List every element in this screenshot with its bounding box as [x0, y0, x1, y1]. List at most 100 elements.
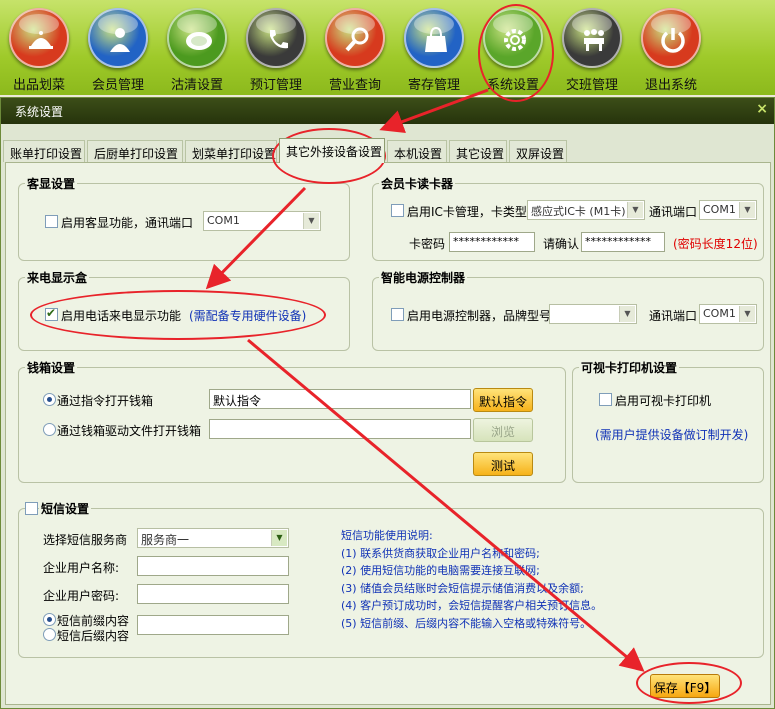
tab-external-devices[interactable]: 其它外接设备设置: [279, 138, 385, 163]
cash-drawer-command-field[interactable]: 默认指令: [209, 389, 471, 409]
toolbar-item-5[interactable]: 寄存管理: [398, 8, 470, 93]
toolbar-item-7[interactable]: 交班管理: [556, 8, 628, 93]
sms-provider-select[interactable]: 服务商一 ▼: [137, 528, 289, 548]
card-printer-hint: (需用户提供设备做订制开发): [595, 428, 749, 442]
close-icon[interactable]: ×: [756, 101, 768, 117]
default-command-button[interactable]: 默认指令: [473, 388, 533, 412]
card-password-field[interactable]: ************: [449, 232, 535, 252]
member-card-port-label: 通讯端口: [649, 205, 698, 219]
cloche-icon: [9, 8, 69, 68]
power-port-value: COM1: [703, 307, 736, 320]
power-controller-label: 启用电源控制器，品牌型号: [407, 309, 552, 323]
member-card-port-select[interactable]: COM1 ▼: [699, 200, 757, 220]
card-type-select[interactable]: 感应式IC卡 (M1卡) ▼: [527, 200, 645, 220]
chevron-down-icon: ▼: [271, 530, 287, 546]
toolbar-item-1[interactable]: 会员管理: [82, 8, 154, 93]
toolbar-item-3[interactable]: 预订管理: [240, 8, 312, 93]
sms-group: 短信设置 选择短信服务商 服务商一 ▼ 企业用户名称: 企业用户密码: 短信前缀…: [18, 500, 764, 658]
toolbar-item-label: 会员管理: [91, 78, 144, 93]
power-controller-title: 智能电源控制器: [379, 269, 468, 286]
tab-local[interactable]: 本机设置: [387, 140, 447, 162]
caller-id-hint: (需配备专用硬件设备): [189, 309, 307, 323]
sms-checkbox[interactable]: [25, 502, 38, 515]
sms-user-field[interactable]: [137, 556, 289, 576]
chevron-down-icon: ▼: [739, 306, 755, 322]
toolbar-item-label: 营业查询: [328, 78, 381, 93]
caller-id-checkbox[interactable]: [45, 306, 58, 321]
toolbar-item-label: 退出系统: [644, 78, 697, 93]
member-card-title: 会员卡读卡器: [379, 175, 456, 192]
member-icon: [88, 8, 148, 68]
tab-dual-screen[interactable]: 双屏设置: [509, 140, 567, 162]
sms-pass-field[interactable]: [137, 584, 289, 604]
card-printer-title: 可视卡打印机设置: [579, 359, 680, 376]
main-toolbar: 出品划菜 会员管理 沽清设置 预订管理 营业查询 寄存管理 系统设置 交班管理 退出系统: [0, 0, 775, 95]
card-confirm-label: 请确认: [543, 237, 580, 251]
toolbar-item-4[interactable]: 营业查询: [319, 8, 391, 93]
sms-help: 短信功能使用说明: (1) 联系供货商获取企业用户名称和密码; (2) 使用短信…: [341, 527, 602, 632]
sms-prefix-radio[interactable]: [43, 613, 56, 626]
customer-display-group: 客显设置 启用客显功能，通讯端口 COM1 ▼: [18, 175, 350, 261]
dialog-titlebar: 系统设置 ×: [1, 98, 774, 124]
toolbar-item-label: 寄存管理: [407, 78, 460, 93]
sms-help-line: (3) 储值会员结账时会短信提示储值消费以及余额;: [341, 581, 584, 595]
power-icon: [641, 8, 701, 68]
toolbar-item-label: 沽清设置: [170, 78, 223, 93]
toolbar-item-8[interactable]: 退出系统: [635, 8, 707, 93]
card-confirm-field[interactable]: ************: [581, 232, 665, 252]
sms-help-line: (1) 联系供货商获取企业用户名称和密码;: [341, 546, 540, 560]
settings-dialog: 系统设置 × 账单打印设置 后厨单打印设置 划菜单打印设置 其它外接设备设置 本…: [0, 97, 775, 709]
toolbar-item-2[interactable]: 沽清设置: [161, 8, 233, 93]
sms-provider-value: 服务商一: [141, 533, 190, 547]
cash-drawer-command-radio[interactable]: [43, 393, 56, 406]
browse-button[interactable]: 浏览: [473, 418, 533, 442]
chevron-down-icon: ▼: [303, 213, 319, 229]
toolbar-item-label: 交班管理: [565, 78, 618, 93]
customer-display-checkbox[interactable]: [45, 215, 58, 228]
customer-display-label: 启用客显功能，通讯端口: [61, 216, 194, 230]
tab-other[interactable]: 其它设置: [449, 140, 507, 162]
cash-drawer-driver-radio[interactable]: [43, 423, 56, 436]
card-printer-group: 可视卡打印机设置 启用可视卡打印机 (需用户提供设备做订制开发): [572, 359, 764, 483]
card-printer-label: 启用可视卡打印机: [615, 394, 712, 408]
tab-kitchen-print[interactable]: 后厨单打印设置: [87, 140, 183, 162]
member-card-checkbox[interactable]: [391, 204, 404, 217]
sms-pass-label: 企业用户密码:: [43, 589, 120, 603]
toolbar-item-label: 出品划菜: [12, 78, 65, 93]
customer-display-port-select[interactable]: COM1 ▼: [203, 211, 321, 231]
save-button[interactable]: 保存【F9】: [650, 674, 720, 698]
toolbar-item-label: 预订管理: [249, 78, 302, 93]
power-brand-select[interactable]: ▼: [549, 304, 637, 324]
cash-drawer-driver-field[interactable]: [209, 419, 471, 439]
sms-suffix-radio[interactable]: [43, 628, 56, 641]
cash-drawer-group: 钱箱设置 通过指令打开钱箱 默认指令 默认指令 通过钱箱驱动文件打开钱箱 浏览 …: [18, 359, 566, 483]
toolbar-item-0[interactable]: 出品划菜: [3, 8, 75, 93]
external-devices-panel: 客显设置 启用客显功能，通讯端口 COM1 ▼ 会员卡读卡器 启用IC卡管理，卡…: [5, 162, 771, 705]
magnifier-icon: [325, 8, 385, 68]
sms-help-title: 短信功能使用说明:: [341, 529, 433, 542]
power-controller-group: 智能电源控制器 启用电源控制器，品牌型号 ▼ 通讯端口 COM1 ▼: [372, 269, 764, 351]
toolbar-item-6[interactable]: 系统设置: [477, 8, 549, 93]
chevron-down-icon: ▼: [619, 306, 635, 322]
cash-drawer-title: 钱箱设置: [25, 359, 78, 376]
member-card-group: 会员卡读卡器 启用IC卡管理，卡类型 感应式IC卡 (M1卡) ▼ 通讯端口 C…: [372, 175, 764, 261]
sms-help-line: (2) 使用短信功能的电脑需要连接互联网;: [341, 564, 540, 577]
cash-drawer-driver-label: 通过钱箱驱动文件打开钱箱: [57, 424, 202, 438]
sms-suffix-label: 短信后缀内容: [57, 629, 130, 643]
sms-user-label: 企业用户名称:: [43, 561, 120, 575]
tab-bill-print[interactable]: 账单打印设置: [3, 140, 85, 162]
power-controller-checkbox[interactable]: [391, 308, 404, 321]
power-port-select[interactable]: COM1 ▼: [699, 304, 757, 324]
test-button[interactable]: 测试: [473, 452, 533, 476]
chevron-down-icon: ▼: [739, 202, 755, 218]
tab-dish-print[interactable]: 划菜单打印设置: [185, 140, 277, 162]
sms-affix-field[interactable]: [137, 615, 289, 635]
customer-display-title: 客显设置: [25, 175, 78, 192]
card-printer-checkbox[interactable]: [599, 393, 612, 406]
customer-display-port-value: COM1: [207, 214, 240, 227]
sms-help-line: (5) 短信前缀、后缀内容不能输入空格或特殊符号。: [341, 616, 592, 630]
chevron-down-icon: ▼: [627, 202, 643, 218]
member-card-port-value: COM1: [703, 203, 736, 216]
caller-id-group: 来电显示盒 启用电话来电显示功能 (需配备专用硬件设备): [18, 269, 350, 351]
gear-icon: [483, 8, 543, 68]
